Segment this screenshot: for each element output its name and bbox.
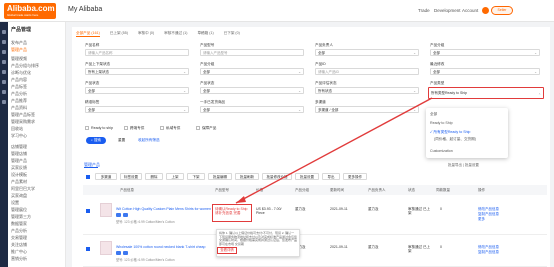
- annotation-arrow: [235, 97, 433, 204]
- arrow-line: [235, 97, 433, 204]
- arrow-head: [236, 196, 246, 203]
